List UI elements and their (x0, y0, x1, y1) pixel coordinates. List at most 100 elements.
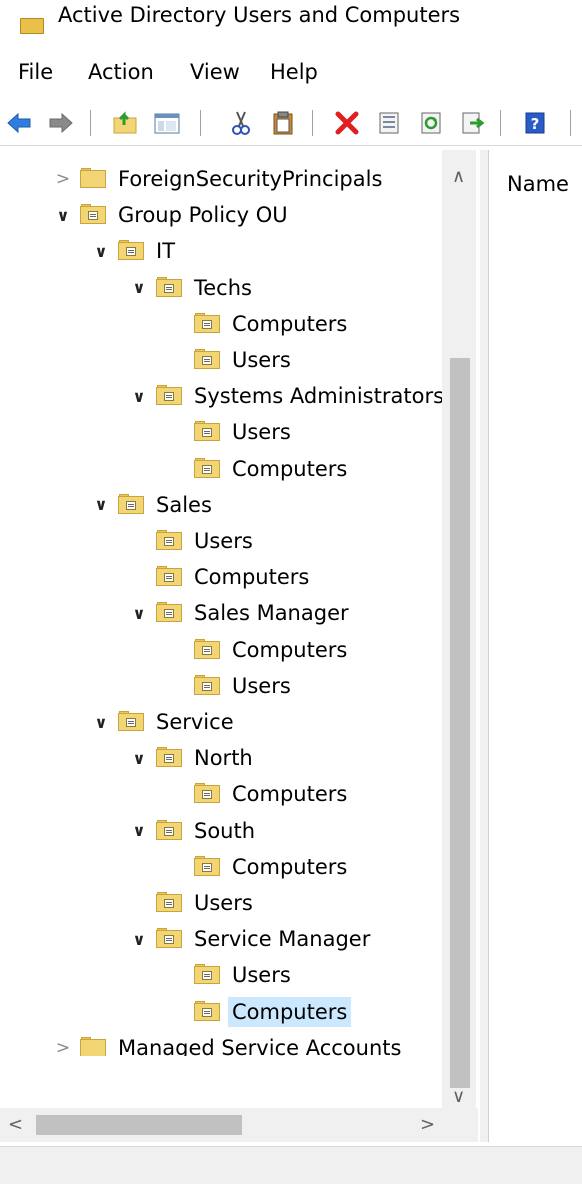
ou-folder-icon (194, 349, 220, 371)
ou-folder-icon (194, 855, 220, 878)
tree-item-label: Users (232, 348, 291, 372)
ou-folder-icon (80, 204, 106, 226)
tree-item[interactable]: ∨ Systems Administrators (128, 379, 448, 413)
chevron-down-icon[interactable]: ∨ (128, 271, 150, 305)
properties-icon[interactable] (374, 108, 404, 138)
toolbar-separator (500, 110, 501, 136)
tree-item-label: Service Manager (194, 927, 371, 952)
tree-item-label: IT (156, 239, 176, 264)
ou-folder-icon (194, 457, 220, 480)
menu-help[interactable]: Help (268, 58, 320, 86)
scroll-right-icon[interactable]: > (420, 1116, 435, 1134)
paste-icon[interactable] (268, 108, 298, 138)
ou-folder-icon (118, 493, 144, 516)
status-bar (0, 1146, 582, 1184)
chevron-down-icon[interactable]: ∨ (52, 198, 74, 232)
tree-item[interactable]: Users (166, 343, 295, 377)
scroll-up-icon[interactable]: ∧ (452, 168, 465, 186)
tree-item[interactable]: Computers (166, 850, 351, 884)
chevron-down-icon[interactable]: ∨ (128, 596, 150, 630)
export-list-icon[interactable] (458, 108, 488, 138)
ou-folder-icon (194, 783, 220, 805)
forward-icon[interactable] (46, 108, 76, 138)
toolbar: ? (0, 104, 582, 142)
tree-item[interactable]: ∨ IT (90, 234, 179, 268)
chevron-down-icon[interactable]: ∨ (128, 814, 150, 848)
scroll-left-icon[interactable]: < (8, 1116, 23, 1134)
chevron-down-icon[interactable]: ∨ (128, 741, 150, 775)
tree-item-label: Sales (156, 492, 212, 517)
horizontal-scroll-thumb[interactable] (36, 1115, 242, 1135)
menu-bar: File Action View Help (0, 54, 582, 90)
tree-item-label: Computers (232, 456, 348, 481)
ou-folder-icon (118, 711, 144, 733)
toolbar-separator (90, 110, 91, 136)
tree-item[interactable]: Computers (166, 452, 351, 486)
help-icon[interactable]: ? (520, 108, 550, 138)
container-folder-icon (80, 1036, 106, 1056)
toolbar-separator (312, 110, 313, 136)
tree-item-label: Group Policy OU (118, 203, 288, 228)
tree-item[interactable]: Users (128, 524, 257, 558)
scroll-down-icon[interactable]: ∨ (452, 1088, 465, 1106)
back-icon[interactable] (4, 108, 34, 138)
chevron-right-icon[interactable]: > (52, 1031, 74, 1056)
tree-item[interactable]: Computers (166, 633, 351, 667)
tree-item-label: Computers (232, 854, 348, 879)
tree-item-label: Computers (232, 311, 348, 336)
tree-item-label: South (194, 818, 256, 843)
chevron-down-icon[interactable]: ∨ (128, 922, 150, 956)
menu-view[interactable]: View (188, 58, 242, 86)
vertical-scroll-thumb[interactable] (450, 358, 470, 1088)
tree-item-label: North (194, 746, 253, 771)
chevron-down-icon[interactable]: ∨ (90, 234, 112, 268)
tree-item[interactable]: ∨ Service (90, 705, 238, 739)
ou-folder-icon (156, 530, 182, 552)
tree-item[interactable]: > Managed Service Accounts (52, 1031, 405, 1056)
tree-item[interactable]: ∨ South (128, 814, 259, 848)
tree-horizontal-scrollbar[interactable]: < > (0, 1108, 444, 1142)
chevron-down-icon[interactable]: ∨ (90, 488, 112, 522)
chevron-down-icon[interactable]: ∨ (128, 379, 150, 413)
refresh-icon[interactable] (416, 108, 446, 138)
tree-item[interactable]: Users (166, 958, 295, 992)
ou-folder-icon (194, 638, 220, 661)
tree-item[interactable]: ∨ Group Policy OU (52, 198, 292, 232)
tree-item[interactable]: ∨ Sales Manager (128, 596, 353, 630)
tree-item[interactable]: Users (166, 415, 295, 449)
cut-icon[interactable] (226, 108, 256, 138)
chevron-down-icon[interactable]: ∨ (90, 705, 112, 739)
tree-item[interactable]: ∨ Techs (128, 271, 256, 305)
pane-splitter[interactable] (480, 150, 488, 1142)
tree-item[interactable]: Computers (166, 995, 352, 1029)
console-tree[interactable]: > ForeignSecurityPrincipals ∨ Group Policy … (0, 150, 478, 1056)
tree-item[interactable]: Computers (166, 307, 351, 341)
tree-item-label: Users (232, 420, 291, 445)
tree-item[interactable]: Users (166, 669, 295, 703)
tree-item-label: ForeignSecurityPrincipals (118, 167, 383, 191)
menu-file[interactable]: File (16, 58, 55, 86)
delete-icon[interactable] (332, 108, 362, 138)
tree-item[interactable]: Computers (128, 560, 313, 594)
chevron-right-icon[interactable]: > (52, 162, 74, 196)
tree-item[interactable]: > ForeignSecurityPrincipals (52, 162, 386, 196)
up-folder-icon[interactable] (110, 108, 140, 138)
column-header-name[interactable]: Name (507, 170, 569, 198)
tree-vertical-scrollbar[interactable]: ∧ ∨ (442, 150, 476, 1108)
ou-folder-icon (194, 421, 220, 443)
tree-item[interactable]: ∨ North (128, 741, 257, 775)
tree-item-label: Users (194, 529, 253, 553)
title-bar: Active Directory Users and Computers (0, 0, 582, 40)
tree-item[interactable]: Computers (166, 777, 351, 811)
show-hide-tree-icon[interactable] (152, 108, 182, 138)
tree-item[interactable]: ∨ Service Manager (128, 922, 374, 956)
tree-item[interactable]: ∨ Sales (90, 488, 216, 522)
menu-action[interactable]: Action (86, 58, 156, 86)
tree-item[interactable]: Users (128, 886, 257, 920)
